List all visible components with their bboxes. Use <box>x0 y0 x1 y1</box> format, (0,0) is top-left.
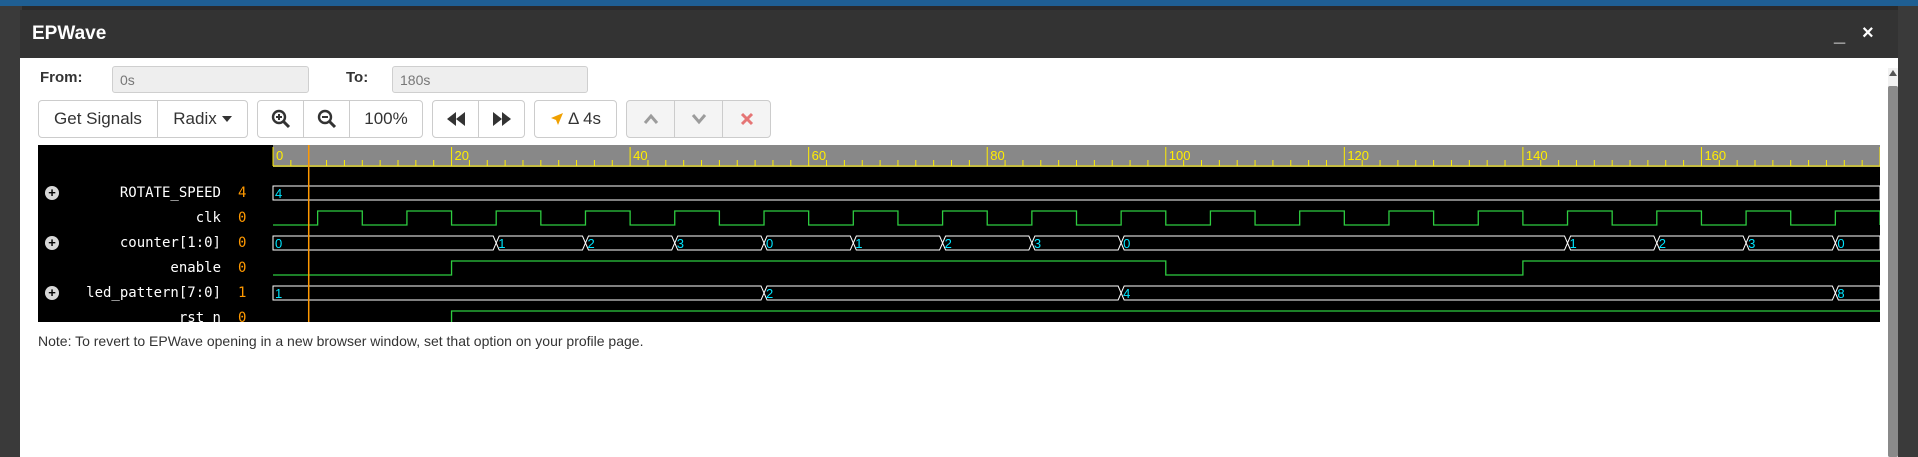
timeline-tick-label: 60 <box>812 148 826 163</box>
zoom-out-icon <box>317 109 336 129</box>
counter-value-label: 1 <box>1570 236 1577 251</box>
remove-icon <box>740 112 753 126</box>
clk-wave <box>273 210 1880 226</box>
counter-value-label: 1 <box>498 236 505 251</box>
minimize-button[interactable]: _ <box>1834 24 1845 47</box>
background-right-panel <box>1898 6 1918 457</box>
counter-segment <box>1031 235 1122 251</box>
to-label: To: <box>346 69 369 86</box>
close-button[interactable]: × <box>1862 22 1874 45</box>
radix-label: Radix <box>173 109 217 128</box>
led-pattern-value-label: 1 <box>275 286 282 301</box>
led-pattern-segment <box>1120 285 1836 301</box>
get-signals-button[interactable]: Get Signals <box>38 100 158 138</box>
modal-header: EPWave _ × <box>20 10 1898 58</box>
rotate-speed-value-label: 4 <box>275 186 282 201</box>
radix-dropdown[interactable]: Radix <box>157 100 248 138</box>
led-pattern-value-label: 8 <box>1837 286 1844 301</box>
counter-value-label: 3 <box>1034 236 1041 251</box>
counter-segment <box>1567 235 1658 251</box>
zoom-level-button[interactable]: 100% <box>349 100 423 138</box>
counter-segment <box>272 235 497 251</box>
move-signal-up-button[interactable] <box>626 100 675 138</box>
counter-segment <box>942 235 1033 251</box>
counter-segment <box>1120 235 1569 251</box>
delta-time-label: Δ 4s <box>567 109 602 128</box>
counter-value-label: 2 <box>945 236 952 251</box>
forward-icon <box>492 112 511 126</box>
counter-value-label: 1 <box>855 236 862 251</box>
from-input[interactable] <box>112 66 309 93</box>
to-input[interactable] <box>392 66 588 93</box>
timeline-tick-label: 80 <box>990 148 1004 163</box>
counter-value-label: 0 <box>1123 236 1130 251</box>
counter-value-label: 3 <box>677 236 684 251</box>
rotate-speed-segment <box>272 185 1880 201</box>
led-pattern-value-label: 4 <box>1123 286 1130 301</box>
profile-note: Note: To revert to EPWave opening in a n… <box>38 333 644 349</box>
led-pattern-segment <box>272 285 765 301</box>
backward-icon <box>446 112 465 126</box>
counter-segment <box>1656 235 1747 251</box>
counter-segment <box>495 235 587 251</box>
timeline-tick-label: 40 <box>633 148 647 163</box>
timeline-tick-label: 20 <box>455 148 469 163</box>
caret-down-icon <box>221 116 232 122</box>
jump-forward-button[interactable] <box>478 100 525 138</box>
waveform-viewer[interactable]: + ROTATE_SPEED 4 clk 0 + counter[1:0] 0 … <box>38 145 1880 326</box>
timeline-tick-label: 100 <box>1169 148 1191 163</box>
rst-n-wave <box>450 310 1880 322</box>
counter-value-label: 3 <box>1748 236 1755 251</box>
counter-value-label: 2 <box>1659 236 1666 251</box>
background-topbar <box>0 0 1918 6</box>
zoom-out-button[interactable] <box>303 100 350 138</box>
chevron-down-icon <box>691 114 706 125</box>
counter-value-label: 0 <box>1837 236 1844 251</box>
chevron-up-icon <box>643 113 658 124</box>
delta-time-button[interactable]: Δ 4s <box>534 100 617 138</box>
zoom-in-icon <box>271 109 290 129</box>
waveform-canvas[interactable]: 0 20 40 60 80 100 120 140 16040 1 2 3 0 1 2 3 0 1 2 3 01 2 4 8 <box>38 145 1880 322</box>
counter-segment <box>674 235 765 251</box>
timeline-tick-label: 0 <box>276 148 283 163</box>
epwave-modal: EPWave _ × From: To: Get Signals Radix 1… <box>20 10 1898 457</box>
led-pattern-value-label: 2 <box>766 286 773 301</box>
remove-signal-button[interactable] <box>722 100 771 138</box>
zoom-level-label: 100% <box>364 109 408 128</box>
counter-value-label: 2 <box>587 236 594 251</box>
timeline-tick-label: 120 <box>1347 148 1369 163</box>
timeline-tick-label: 140 <box>1526 148 1548 163</box>
move-signal-down-button[interactable] <box>674 100 723 138</box>
counter-value-label: 0 <box>766 236 773 251</box>
modal-title: EPWave <box>32 23 107 44</box>
counter-value-label: 0 <box>275 236 282 251</box>
scrollbar-thumb[interactable] <box>1888 86 1898 457</box>
get-signals-label: Get Signals <box>54 109 142 128</box>
timeline-tick-label: 160 <box>1704 148 1726 163</box>
jump-backward-button[interactable] <box>432 100 479 138</box>
led-pattern-segment <box>763 285 1122 301</box>
scroll-up-arrow-icon[interactable] <box>1889 70 1897 76</box>
location-arrow-icon <box>550 113 563 125</box>
enable-wave <box>273 260 1880 276</box>
from-label: From: <box>40 69 83 86</box>
counter-segment <box>585 235 676 251</box>
counter-segment <box>852 235 944 251</box>
counter-segment <box>763 235 854 251</box>
counter-segment <box>1745 235 1836 251</box>
zoom-in-button[interactable] <box>257 100 304 138</box>
background-left-panel <box>0 6 22 457</box>
